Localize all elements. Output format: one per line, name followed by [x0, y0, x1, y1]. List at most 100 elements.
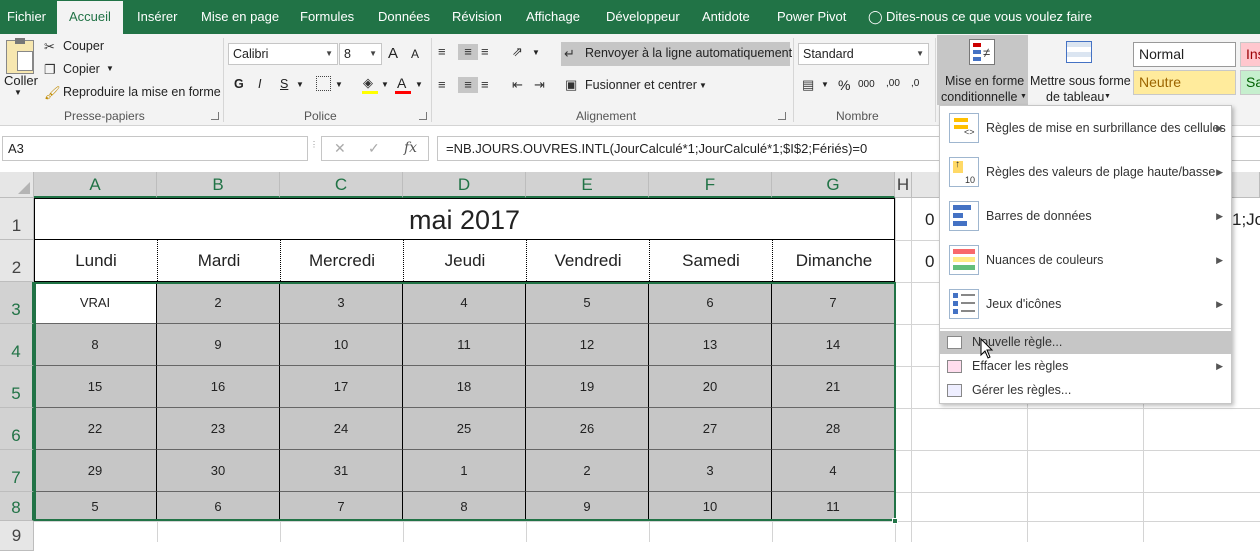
tab-power-pivot[interactable]: Power Pivot	[777, 0, 846, 34]
calendar-day-cell[interactable]: 14	[772, 324, 894, 366]
menu-item-highlight-rules[interactable]: <> Règles de mise en surbrillance des ce…	[940, 106, 1231, 150]
calendar-day-cell[interactable]: 4	[772, 450, 894, 492]
calendar-day-cell[interactable]: 19	[526, 366, 649, 408]
row-header-2[interactable]: 2	[0, 240, 34, 282]
align-right-icon[interactable]: ≡	[481, 77, 489, 93]
number-format-select[interactable]: Standard ▼	[798, 43, 929, 65]
menu-item-top-bottom-rules[interactable]: ↑ 10 Règles des valeurs de plage haute/b…	[940, 150, 1231, 194]
calendar-day-cell[interactable]: 28	[772, 408, 894, 450]
align-middle-icon[interactable]: ≡	[458, 44, 478, 60]
cut-button[interactable]: Couper	[63, 39, 104, 53]
style-normal[interactable]: Normal	[1133, 42, 1236, 67]
calendar-day-cell[interactable]: 2	[157, 282, 280, 324]
calendar-day-cell[interactable]: 24	[280, 408, 403, 450]
row-header-4[interactable]: 4	[0, 324, 34, 366]
menu-item-manage-rules[interactable]: Gérer les règles...	[940, 379, 1231, 402]
column-header-f[interactable]: F	[649, 172, 772, 198]
font-name-select[interactable]: Calibri ▼	[228, 43, 338, 65]
calendar-day-cell[interactable]: 26	[526, 408, 649, 450]
tab-donnees[interactable]: Données	[378, 0, 430, 34]
row-header-6[interactable]: 6	[0, 408, 34, 450]
align-top-icon[interactable]: ≡	[438, 44, 446, 60]
column-header-a[interactable]: A	[34, 172, 157, 198]
orientation-icon[interactable]: ⇗	[512, 44, 523, 60]
calendar-day-cell[interactable]: 9	[157, 324, 280, 366]
calendar-day-cell[interactable]: 9	[526, 492, 649, 521]
calendar-day-cell[interactable]: 2	[526, 450, 649, 492]
tab-accueil[interactable]: Accueil	[57, 1, 123, 34]
column-header-h[interactable]: H	[895, 172, 912, 198]
calendar-day-cell[interactable]: 16	[157, 366, 280, 408]
format-as-table-button[interactable]: Mettre sous forme de tableau ▼	[1028, 35, 1131, 105]
calendar-day-cell[interactable]: 8	[403, 492, 526, 521]
decrease-decimal-button[interactable]: ,0	[911, 78, 919, 89]
currency-icon[interactable]: ▤	[802, 77, 814, 93]
tab-developpeur[interactable]: Développeur	[606, 0, 680, 34]
calendar-day-cell[interactable]: 29	[34, 450, 157, 492]
calendar-day-cell[interactable]: 31	[280, 450, 403, 492]
active-cell-a3[interactable]: VRAI	[34, 282, 157, 324]
calendar-day-cell[interactable]: 5	[34, 492, 157, 521]
shrink-font-button[interactable]: A	[411, 47, 419, 61]
calendar-day-cell[interactable]: 10	[280, 324, 403, 366]
chevron-down-icon[interactable]: ▼	[415, 80, 423, 89]
align-left-icon[interactable]: ≡	[438, 77, 446, 93]
calendar-day-cell[interactable]: 10	[649, 492, 772, 521]
thousands-button[interactable]: 000	[858, 79, 875, 90]
calendar-day-cell[interactable]: 11	[403, 324, 526, 366]
tab-inserer[interactable]: Insérer	[137, 0, 177, 34]
calendar-day-cell[interactable]: 17	[280, 366, 403, 408]
dialog-launcher-icon[interactable]	[211, 112, 219, 120]
cell-j1[interactable]: 1;Jo	[1232, 198, 1260, 240]
dialog-launcher-icon[interactable]	[778, 112, 786, 120]
calendar-day-cell[interactable]: 27	[649, 408, 772, 450]
tab-affichage[interactable]: Affichage	[526, 0, 580, 34]
row-header-7[interactable]: 7	[0, 450, 34, 492]
calendar-day-cell[interactable]: 4	[403, 282, 526, 324]
chevron-down-icon[interactable]: ▼	[335, 80, 343, 89]
day-header[interactable]: Mercredi	[281, 240, 404, 281]
column-header-c[interactable]: C	[280, 172, 403, 198]
calendar-title[interactable]: mai 2017	[34, 198, 895, 240]
borders-icon[interactable]	[316, 76, 331, 91]
paste-icon[interactable]	[6, 38, 34, 74]
vertical-dots-icon[interactable]: ⋮	[310, 140, 318, 149]
percent-button[interactable]: %	[838, 77, 850, 93]
style-neutral[interactable]: Neutre	[1133, 70, 1236, 95]
tab-antidote[interactable]: Antidote	[702, 0, 750, 34]
calendar-day-cell[interactable]: 7	[772, 282, 894, 324]
menu-item-color-scales[interactable]: Nuances de couleurs ▶	[940, 238, 1231, 282]
tab-revision[interactable]: Révision	[452, 0, 502, 34]
menu-item-icon-sets[interactable]: Jeux d'icônes ▶	[940, 282, 1231, 326]
row-header-8[interactable]: 8	[0, 492, 34, 521]
merge-center-button[interactable]: ▣ Fusionner et centrer ▼	[561, 75, 716, 97]
underline-button[interactable]: S	[280, 77, 288, 91]
calendar-day-cell[interactable]: 7	[280, 492, 403, 521]
calendar-day-cell[interactable]: 15	[34, 366, 157, 408]
wrap-text-button[interactable]: ↵ Renvoyer à la ligne automatiquement	[561, 42, 792, 66]
chevron-down-icon[interactable]: ▼	[14, 88, 22, 97]
align-center-icon[interactable]: ≡	[458, 77, 478, 93]
day-header[interactable]: Dimanche	[773, 240, 895, 281]
row-header-9[interactable]: 9	[0, 521, 34, 551]
day-header[interactable]: Vendredi	[527, 240, 650, 281]
format-painter-button[interactable]: Reproduire la mise en forme	[63, 85, 221, 99]
grow-font-button[interactable]: A	[388, 45, 398, 62]
name-box[interactable]: A3	[2, 136, 308, 161]
row-header-3[interactable]: 3	[0, 282, 34, 324]
calendar-day-cell[interactable]: 30	[157, 450, 280, 492]
increase-decimal-button[interactable]: ,00	[886, 78, 900, 89]
day-header[interactable]: Mardi	[158, 240, 281, 281]
column-header-g[interactable]: G	[772, 172, 895, 198]
calendar-day-cell[interactable]: 5	[526, 282, 649, 324]
calendar-day-cell[interactable]: 3	[280, 282, 403, 324]
font-color-icon[interactable]: A	[397, 75, 406, 91]
column-header-d[interactable]: D	[403, 172, 526, 198]
fill-handle[interactable]	[892, 518, 898, 524]
cancel-icon[interactable]: ✕	[334, 140, 346, 157]
calendar-day-cell[interactable]: 12	[526, 324, 649, 366]
calendar-day-cell[interactable]: 11	[772, 492, 894, 521]
copy-button[interactable]: Copier	[63, 62, 100, 76]
insert-function-icon[interactable]: fx	[404, 140, 417, 156]
tab-fichier[interactable]: Fichier	[7, 0, 46, 34]
